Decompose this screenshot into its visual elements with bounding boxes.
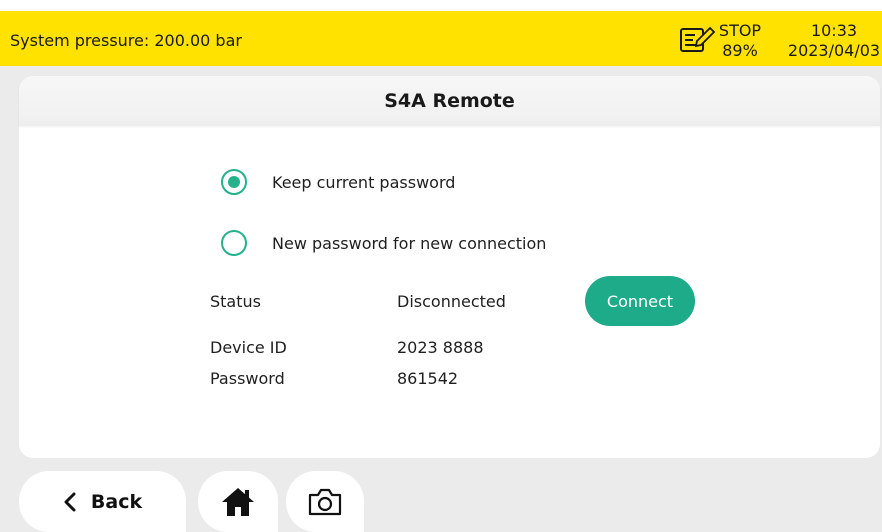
machine-state-percent: 89% bbox=[722, 41, 758, 60]
page-title: S4A Remote bbox=[384, 90, 515, 112]
home-button[interactable] bbox=[198, 471, 278, 532]
clock-date: 2023/04/03 bbox=[787, 41, 881, 60]
clipboard-edit-icon bbox=[680, 26, 716, 52]
new-password-radio[interactable] bbox=[221, 230, 247, 256]
status-value: Disconnected bbox=[397, 292, 506, 311]
machine-state: STOP 89% bbox=[715, 21, 765, 61]
new-password-option[interactable]: New password for new connection bbox=[221, 226, 546, 260]
keep-password-radio[interactable] bbox=[221, 169, 247, 195]
status-label: Status bbox=[210, 292, 261, 311]
system-pressure-text: System pressure: 200.00 bar bbox=[10, 31, 242, 50]
back-button[interactable]: Back bbox=[19, 471, 186, 532]
top-strip bbox=[0, 0, 882, 11]
device-id-value: 2023 8888 bbox=[397, 338, 484, 357]
status-bar: System pressure: 200.00 bar STOP 89% 10:… bbox=[0, 11, 882, 66]
clock: 10:33 2023/04/03 bbox=[784, 21, 882, 61]
keep-password-option[interactable]: Keep current password bbox=[221, 165, 455, 199]
screenshot-button[interactable] bbox=[286, 471, 364, 532]
home-icon bbox=[222, 487, 254, 516]
keep-password-label: Keep current password bbox=[272, 172, 456, 192]
remote-panel: S4A Remote Keep current password New pas… bbox=[19, 76, 880, 458]
connect-button[interactable]: Connect bbox=[585, 276, 695, 326]
camera-icon bbox=[308, 488, 342, 515]
device-id-label: Device ID bbox=[210, 338, 287, 357]
chevron-left-icon bbox=[64, 492, 76, 511]
back-label: Back bbox=[90, 490, 143, 513]
new-password-label: New password for new connection bbox=[272, 233, 547, 253]
password-value: 861542 bbox=[397, 369, 459, 388]
panel-header: S4A Remote bbox=[19, 76, 880, 126]
machine-state-label: STOP bbox=[718, 21, 762, 40]
password-label: Password bbox=[210, 369, 285, 388]
clock-time: 10:33 bbox=[810, 21, 858, 40]
